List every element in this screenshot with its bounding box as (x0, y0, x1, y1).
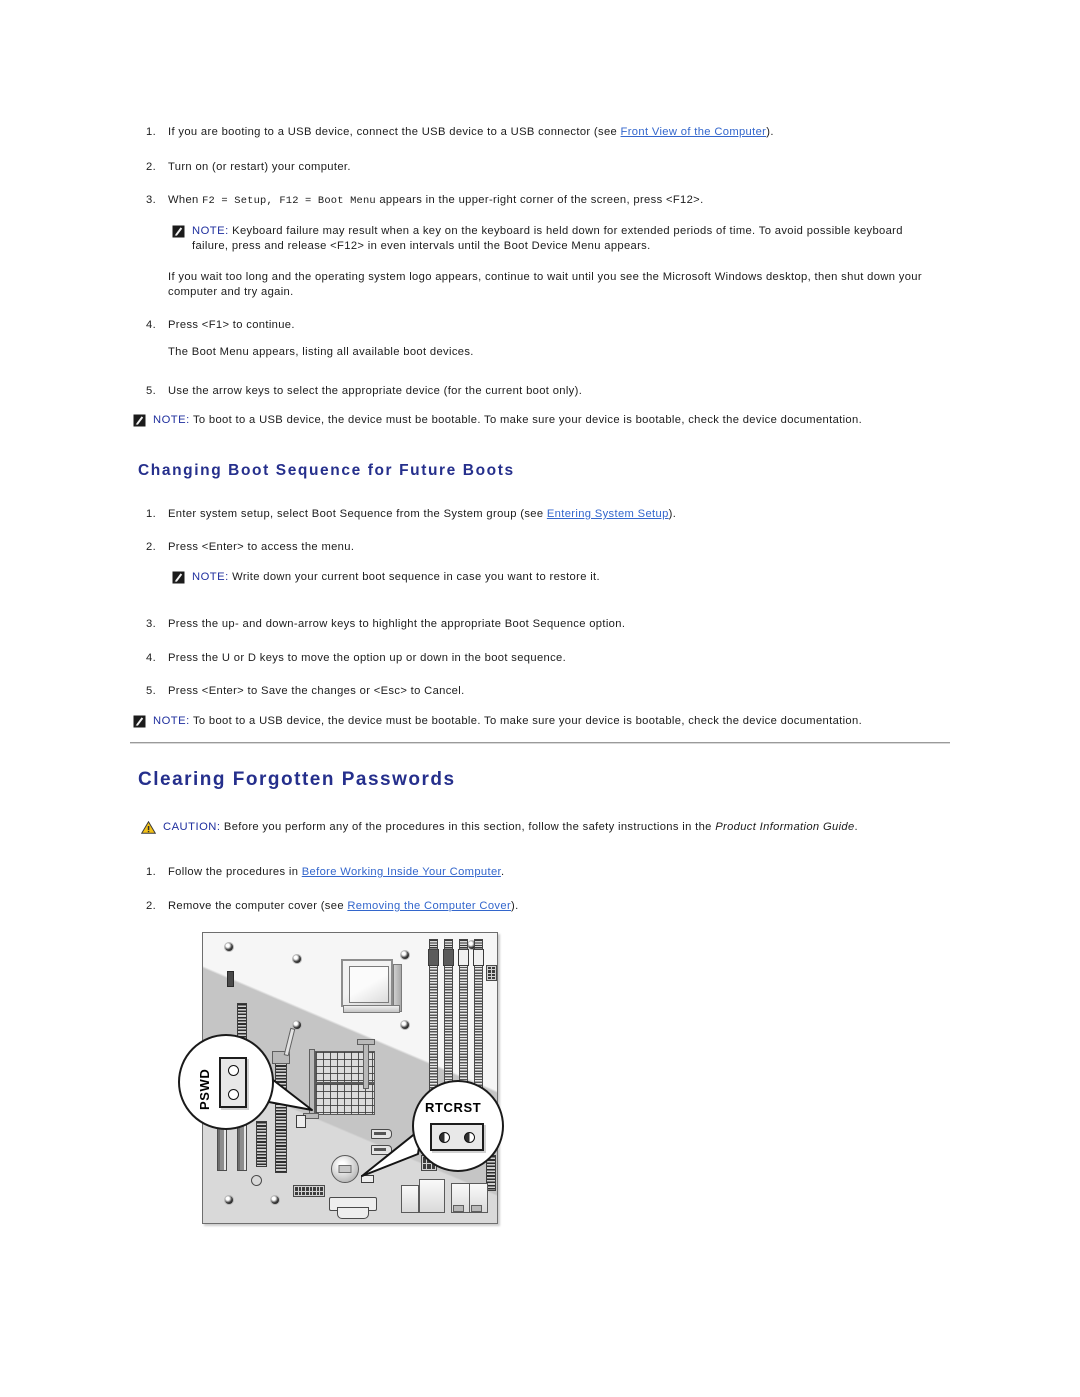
note-icon (133, 414, 146, 427)
section-divider (130, 742, 950, 744)
note-usb-bootable: NOTE: To boot to a USB device, the devic… (133, 413, 933, 428)
note-text: NOTE: To boot to a USB device, the devic… (153, 715, 863, 727)
list-item: 2. Remove the computer cover (see Removi… (146, 899, 936, 914)
list-item: 2. Turn on (or restart) your computer. (146, 160, 936, 175)
link-front-view-of-the-computer[interactable]: Front View of the Computer (621, 126, 767, 138)
list-item-number: 1. (146, 126, 157, 138)
list-item-number: 3. (146, 194, 157, 206)
list-item-number: 2. (146, 161, 157, 173)
link-entering-system-setup[interactable]: Entering System Setup (547, 508, 669, 520)
note-keyboard-failure: NOTE: Keyboard failure may result when a… (172, 224, 922, 254)
list-item: 2. Press <Enter> to access the menu. (146, 540, 936, 555)
note-text: NOTE: Keyboard failure may result when a… (192, 225, 903, 252)
list-item: 3. When F2 = Setup, F12 = Boot Menu appe… (146, 193, 936, 209)
note-icon (172, 225, 185, 238)
list-item-text: Use the arrow keys to select the appropr… (168, 385, 583, 397)
list-item-number: 2. (146, 900, 157, 912)
list-item-number: 1. (146, 508, 157, 520)
note-icon (133, 715, 146, 728)
list-item-text: When F2 = Setup, F12 = Boot Menu appears… (168, 194, 704, 207)
list-item-number: 5. (146, 385, 157, 397)
pswd-jumper-pin (227, 1088, 239, 1100)
list-item-text: Follow the procedures in Before Working … (168, 866, 505, 878)
rtcrst-jumper-block (430, 1123, 484, 1151)
list-item-number: 3. (146, 618, 157, 630)
rtcrst-jumper-pin (464, 1131, 475, 1143)
list-item: 1. If you are booting to a USB device, c… (146, 125, 936, 140)
list-item-text: Enter system setup, select Boot Sequence… (168, 508, 677, 520)
paragraph-wait-too-long: If you wait too long and the operating s… (168, 271, 922, 298)
caution-text: CAUTION: Before you perform any of the p… (163, 821, 859, 833)
note-keyword: NOTE: (153, 414, 190, 426)
caution-icon (141, 821, 156, 834)
list-item-number: 1. (146, 866, 157, 878)
list-item-number: 2. (146, 541, 157, 553)
caution-safety-instructions: CAUTION: Before you perform any of the p… (141, 820, 941, 835)
note-keyword: NOTE: (192, 571, 229, 583)
note-write-down-boot-sequence: NOTE: Write down your current boot seque… (172, 570, 912, 585)
list-item: 3. Press the up- and down-arrow keys to … (146, 617, 936, 632)
list-item: 4. Press <F1> to continue. (146, 318, 936, 333)
list-item-text: Press <Enter> to access the menu. (168, 541, 355, 553)
list-item: 1. Enter system setup, select Boot Seque… (146, 507, 936, 522)
paragraph-boot-menu-appears: The Boot Menu appears, listing all avail… (168, 346, 474, 358)
rtcrst-label: RTCRST (425, 1100, 482, 1115)
system-board-diagram: PSWD RTCRST (178, 928, 504, 1230)
pswd-label: PSWD (197, 1068, 212, 1110)
list-item-text: Press <Enter> to Save the changes or <Es… (168, 685, 465, 697)
monospace-key-hint: F2 = Setup, F12 = Boot Menu (202, 195, 376, 207)
rtcrst-jumper-pin (439, 1131, 450, 1143)
list-item: 5. Press <Enter> to Save the changes or … (146, 684, 936, 699)
list-item-number: 5. (146, 685, 157, 697)
list-item: 5. Use the arrow keys to select the appr… (146, 384, 936, 399)
pswd-jumper-pin (227, 1065, 239, 1077)
list-item-number: 4. (146, 319, 157, 331)
list-item-text: Press the U or D keys to move the option… (168, 652, 567, 664)
note-keyword: NOTE: (192, 225, 229, 237)
rtcrst-callout-bubble: RTCRST (412, 1080, 504, 1172)
caution-keyword: CAUTION: (163, 821, 221, 833)
list-item: 1. Follow the procedures in Before Worki… (146, 865, 936, 880)
list-item-text: Turn on (or restart) your computer. (168, 161, 351, 173)
list-item-text: Press the up- and down-arrow keys to hig… (168, 618, 626, 630)
document-page: 1. If you are booting to a USB device, c… (0, 0, 1080, 1397)
pswd-callout-bubble: PSWD (178, 1034, 274, 1130)
list-item-number: 4. (146, 652, 157, 664)
note-keyword: NOTE: (153, 715, 190, 727)
caution-guide-name: Product Information Guide (715, 821, 855, 833)
list-item-text: If you are booting to a USB device, conn… (168, 126, 774, 138)
note-text: NOTE: Write down your current boot seque… (192, 571, 600, 583)
note-text: NOTE: To boot to a USB device, the devic… (153, 414, 863, 426)
page-subheading-changing-boot-sequence: Changing Boot Sequence for Future Boots (138, 462, 515, 479)
list-item-text: Remove the computer cover (see Removing … (168, 900, 519, 912)
link-removing-the-computer-cover[interactable]: Removing the Computer Cover (347, 900, 511, 912)
note-usb-bootable-2: NOTE: To boot to a USB device, the devic… (133, 714, 933, 729)
note-icon (172, 571, 185, 584)
list-item-text: Press <F1> to continue. (168, 319, 295, 331)
link-before-working-inside-your-computer[interactable]: Before Working Inside Your Computer (302, 866, 501, 878)
page-title: Clearing Forgotten Passwords (138, 769, 456, 790)
list-item: 4. Press the U or D keys to move the opt… (146, 651, 936, 666)
pswd-jumper-block (219, 1057, 247, 1108)
